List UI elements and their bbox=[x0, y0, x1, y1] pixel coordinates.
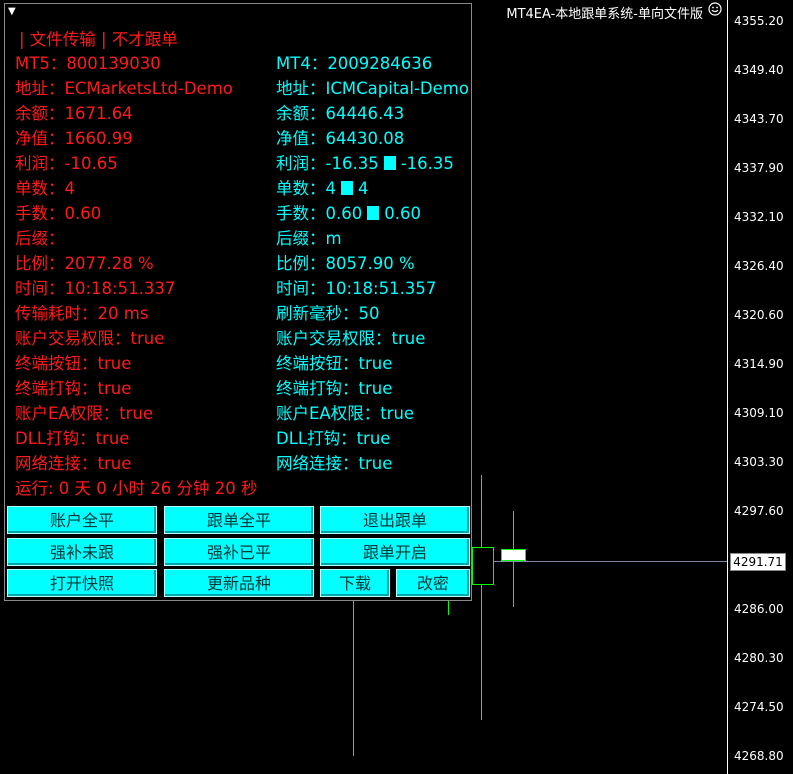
mt4-suffix: 后缀：m bbox=[276, 229, 342, 248]
price-tick: 4280.30 bbox=[734, 651, 784, 665]
transfer-latency: 传输耗时：20 ms bbox=[15, 304, 149, 323]
price-tick: 4349.40 bbox=[734, 63, 784, 77]
mt5-address: 地址：ECMarketsLtd-Demo bbox=[15, 79, 233, 98]
mt4-dll-check: DLL打钩：true bbox=[276, 429, 391, 448]
mt4-account: MT4：2009284636 bbox=[276, 54, 433, 73]
mt4-terminal-check: 终端打钩：true bbox=[276, 379, 393, 398]
force-unfollowed-button[interactable]: 强补未跟 bbox=[7, 538, 157, 566]
download-button[interactable]: 下载 bbox=[320, 569, 390, 597]
price-tick: 4309.10 bbox=[734, 406, 784, 420]
mt4-ratio: 比例：8057.90 % bbox=[276, 254, 415, 273]
copy-trade-panel: ▼ | 文件传输 | 不才跟单 MT5：800139030 地址：ECMarke… bbox=[4, 3, 472, 601]
price-tick: 4326.40 bbox=[734, 259, 784, 273]
mt5-account: MT5：800139030 bbox=[15, 54, 161, 73]
mt4-orders-compare: 4 bbox=[358, 179, 369, 198]
refresh-ms: 刷新毫秒：50 bbox=[276, 304, 380, 323]
separator-block bbox=[341, 181, 353, 195]
mt5-orders: 单数：4 bbox=[15, 179, 75, 198]
mt4-balance: 余额：64446.43 bbox=[276, 104, 405, 123]
separator-block bbox=[383, 156, 396, 170]
mt5-terminal-button: 终端按钮：true bbox=[15, 354, 132, 373]
mt4-time: 时间：10:18:51.357 bbox=[276, 279, 437, 298]
close-all-follow-button[interactable]: 跟单全平 bbox=[164, 506, 314, 534]
candle-body bbox=[501, 549, 526, 561]
price-tick: 4274.50 bbox=[734, 700, 784, 714]
candle-body bbox=[472, 547, 494, 585]
price-tick: 4297.60 bbox=[734, 504, 784, 518]
mt4-orders: 单数：4 4 bbox=[276, 179, 369, 199]
price-tick: 4337.90 bbox=[734, 161, 784, 175]
mt4-account-trade: 账户交易权限：true bbox=[276, 329, 426, 348]
mt5-account-trade: 账户交易权限：true bbox=[15, 329, 165, 348]
mt4-lots: 手数：0.60 0.60 bbox=[276, 204, 421, 224]
mt4-terminal-button: 终端按钮：true bbox=[276, 354, 393, 373]
mt5-lots: 手数：0.60 bbox=[15, 204, 102, 223]
mt5-equity: 净值：1660.99 bbox=[15, 129, 133, 148]
current-price-label: 4291.71 bbox=[730, 553, 786, 571]
mt5-time: 时间：10:18:51.337 bbox=[15, 279, 176, 298]
mt4-lots-compare: 0.60 bbox=[384, 204, 421, 223]
mt4-equity: 净值：64430.08 bbox=[276, 129, 405, 148]
mt5-account-ea: 账户EA权限：true bbox=[15, 404, 154, 423]
price-tick: 4355.20 bbox=[734, 14, 784, 28]
force-closed-button[interactable]: 强补已平 bbox=[164, 538, 314, 566]
mt5-suffix: 后缀： bbox=[15, 229, 65, 248]
price-tick: 4343.70 bbox=[734, 112, 784, 126]
mt5-dll-check: DLL打钩：true bbox=[15, 429, 130, 448]
collapse-triangle-icon[interactable]: ▼ bbox=[8, 6, 16, 17]
mt5-profit: 利润：-10.65 bbox=[15, 154, 118, 173]
window-title: MT4EA-本地跟单系统-单向文件版 bbox=[506, 7, 703, 22]
separator-block bbox=[367, 206, 380, 220]
mt5-balance: 余额：1671.64 bbox=[15, 104, 133, 123]
change-password-button[interactable]: 改密 bbox=[396, 569, 470, 597]
exit-follow-button[interactable]: 退出跟单 bbox=[320, 506, 470, 534]
mt5-ratio: 比例：2077.28 % bbox=[15, 254, 154, 273]
mt4-profit-compare: -16.35 bbox=[400, 154, 454, 173]
panel-title: | 文件传输 | 不才跟单 bbox=[19, 30, 178, 49]
mt4-network: 网络连接：true bbox=[276, 454, 393, 473]
price-tick: 4320.60 bbox=[734, 308, 784, 322]
smiley-icon[interactable] bbox=[708, 2, 722, 16]
runtime: 运行: 0 天 0 小时 26 分钟 20 秒 bbox=[15, 479, 258, 498]
mt5-network: 网络连接：true bbox=[15, 454, 132, 473]
mt5-terminal-check: 终端打钩：true bbox=[15, 379, 132, 398]
mt4-account-ea: 账户EA权限：true bbox=[276, 404, 415, 423]
price-tick: 4303.30 bbox=[734, 455, 784, 469]
price-tick: 4268.80 bbox=[734, 749, 784, 763]
update-symbols-button[interactable]: 更新品种 bbox=[164, 569, 314, 597]
mt4-orders-value: 单数：4 bbox=[276, 179, 336, 198]
price-tick: 4332.10 bbox=[734, 210, 784, 224]
price-tick: 4314.90 bbox=[734, 357, 784, 371]
mt4-address: 地址：ICMCapital-Demo bbox=[276, 79, 469, 98]
enable-follow-button[interactable]: 跟单开启 bbox=[320, 538, 470, 566]
mt4-profit: 利润：-16.35 -16.35 bbox=[276, 154, 454, 174]
price-tick: 4286.00 bbox=[734, 602, 784, 616]
mt4-profit-value: 利润：-16.35 bbox=[276, 154, 379, 173]
open-snapshot-button[interactable]: 打开快照 bbox=[7, 569, 157, 597]
close-all-account-button[interactable]: 账户全平 bbox=[7, 506, 157, 534]
mt4-lots-value: 手数：0.60 bbox=[276, 204, 363, 223]
